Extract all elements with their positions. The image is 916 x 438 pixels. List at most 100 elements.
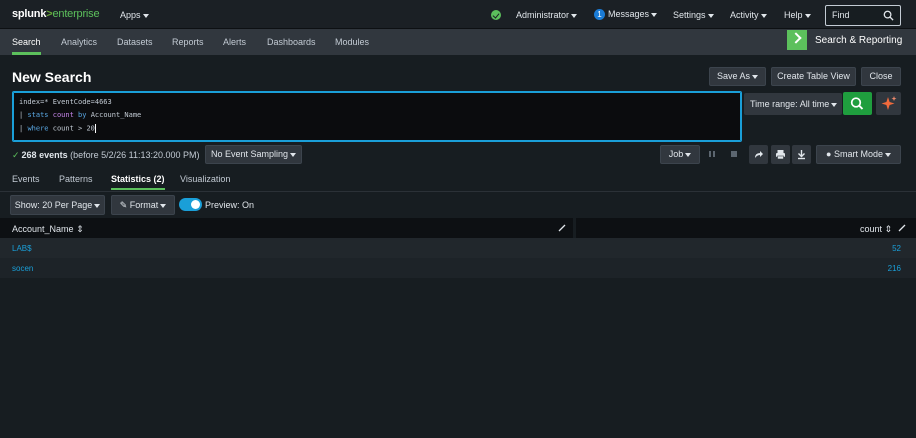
chevron-down-icon (94, 203, 101, 208)
print-button[interactable] (771, 145, 790, 164)
column-header-account-name[interactable]: Account_Name ⇕ (12, 224, 84, 235)
account-name-cell[interactable]: socen (12, 264, 33, 273)
count-cell[interactable]: 216 (888, 264, 901, 273)
tab-statistics[interactable]: Statistics (2) (111, 174, 165, 190)
function-count: count (52, 111, 74, 119)
query-line-2: | stats count by Account_Name (19, 111, 141, 119)
format-dropdown[interactable]: ✎ Format (111, 195, 175, 215)
check-icon: ✓ (12, 150, 20, 160)
tab-visualization[interactable]: Visualization (180, 174, 230, 184)
sort-icon: ⇕ (884, 224, 893, 234)
column-label: count (860, 224, 883, 234)
messages-count-badge: 1 (594, 9, 605, 20)
settings-label: Settings (673, 10, 706, 20)
app-title[interactable]: Search & Reporting (815, 35, 902, 46)
stop-icon[interactable] (731, 151, 737, 157)
tab-events[interactable]: Events (12, 174, 40, 184)
column-separator (573, 218, 576, 238)
chevron-down-icon (707, 13, 714, 18)
sparkle-icon (881, 96, 897, 110)
command-stats: stats (27, 111, 49, 119)
account-name-cell[interactable]: LAB$ (12, 244, 32, 253)
tab-alerts[interactable]: Alerts (223, 37, 246, 47)
lightbulb-icon: ● (826, 149, 832, 159)
table-row: socen 216 (0, 258, 916, 278)
settings-menu[interactable]: Settings (673, 10, 714, 20)
tab-reports[interactable]: Reports (172, 37, 204, 47)
tab-datasets[interactable]: Datasets (117, 37, 153, 47)
tab-divider (0, 191, 916, 192)
save-as-button[interactable]: Save As (709, 67, 766, 86)
splunk-logo[interactable]: splunk>enterprise (12, 8, 100, 20)
messages-menu[interactable]: 1 Messages (594, 9, 658, 20)
event-sampling-dropdown[interactable]: No Event Sampling (205, 145, 302, 164)
chevron-down-icon (685, 152, 692, 157)
help-menu[interactable]: Help (784, 10, 811, 20)
activity-menu[interactable]: Activity (730, 10, 767, 20)
preview-label: Preview: On (205, 200, 255, 210)
search-query-editor[interactable]: index=* EventCode=4663 | stats count by … (12, 91, 742, 142)
search-icon[interactable] (883, 10, 894, 21)
help-label: Help (784, 10, 803, 20)
chevron-down-icon (160, 203, 167, 208)
table-header (0, 218, 916, 238)
ai-assistant-button[interactable] (876, 92, 901, 115)
query-line-3: | where count > 20 (19, 124, 96, 133)
search-mode-label: Smart Mode (833, 149, 883, 159)
tab-dashboards[interactable]: Dashboards (267, 37, 316, 47)
run-search-button[interactable] (843, 92, 872, 115)
command-where: where (27, 124, 49, 133)
tab-analytics[interactable]: Analytics (61, 37, 97, 47)
tab-modules[interactable]: Modules (335, 37, 369, 47)
brand-main: splunk (12, 8, 47, 20)
create-table-view-button[interactable]: Create Table View (771, 67, 856, 86)
edit-column-icon[interactable] (558, 224, 566, 232)
apps-menu[interactable]: Apps (120, 10, 149, 20)
find-input[interactable] (832, 10, 882, 20)
download-icon (798, 150, 805, 160)
per-page-dropdown[interactable]: Show: 20 Per Page (10, 195, 105, 215)
chevron-down-icon (571, 13, 578, 18)
share-icon (755, 151, 763, 158)
close-button[interactable]: Close (861, 67, 901, 86)
edit-column-icon[interactable] (898, 224, 906, 232)
preview-toggle[interactable] (179, 198, 202, 211)
search-mode-dropdown[interactable]: ● Smart Mode (816, 145, 901, 164)
activity-label: Activity (730, 10, 759, 20)
text-cursor (94, 124, 96, 133)
column-header-count[interactable]: count ⇕ (860, 224, 892, 235)
page-title: New Search (12, 69, 92, 85)
event-count-status: ✓ 268 events (before 5/2/26 11:13:20.000 … (12, 150, 200, 161)
count-cell[interactable]: 52 (892, 244, 901, 253)
tab-patterns[interactable]: Patterns (59, 174, 93, 184)
time-range-label: Time range: All time (750, 99, 830, 109)
brand-sub: enterprise (52, 8, 100, 20)
export-button[interactable] (792, 145, 811, 164)
health-status-icon[interactable] (491, 10, 501, 20)
user-menu[interactable]: Administrator (516, 10, 578, 20)
pencil-icon: ✎ (119, 200, 128, 210)
keyword-by: by (78, 111, 87, 119)
find-box (825, 5, 901, 26)
sort-icon: ⇕ (76, 224, 84, 234)
chevron-down-icon (651, 12, 658, 17)
table-row: LAB$ 52 (0, 238, 916, 258)
chevron-down-icon (760, 13, 767, 18)
job-menu-button[interactable]: Job (660, 145, 700, 164)
pause-icon[interactable] (707, 150, 717, 158)
event-count: 268 events (21, 150, 68, 160)
app-icon (787, 30, 807, 50)
per-page-label: Show: 20 Per Page (14, 200, 93, 210)
where-clause: count > 20 (52, 124, 95, 133)
chevron-down-icon (884, 152, 891, 157)
time-range-picker[interactable]: Time range: All time (744, 93, 842, 115)
user-label: Administrator (516, 10, 570, 20)
app-nav-bar: Search Analytics Datasets Reports Alerts… (0, 29, 916, 55)
tab-search[interactable]: Search (12, 37, 41, 55)
query-line-1: index=* EventCode=4663 (19, 98, 112, 106)
event-sampling-label: No Event Sampling (210, 149, 289, 159)
chevron-down-icon (142, 13, 149, 18)
share-button[interactable] (749, 145, 768, 164)
chevron-down-icon (831, 102, 838, 107)
column-label: Account_Name (12, 224, 74, 234)
